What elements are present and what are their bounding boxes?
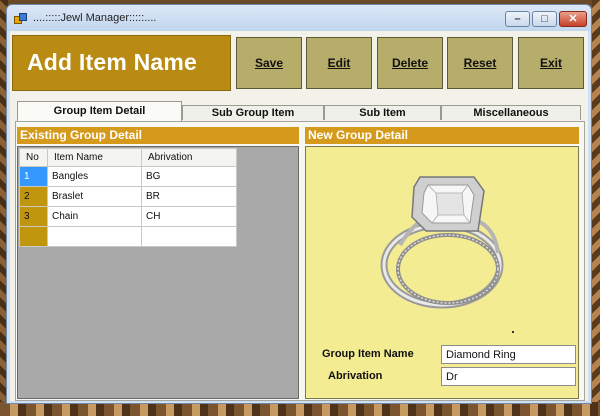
close-icon: ✕: [568, 13, 578, 25]
tab-group-item-detail[interactable]: Group Item Detail: [17, 101, 182, 121]
ring-image: [380, 176, 504, 309]
stray-dot: [512, 331, 514, 333]
cell-item-name[interactable]: Bangles: [47, 166, 142, 187]
column-header-no[interactable]: No: [19, 148, 48, 167]
existing-group-grid[interactable]: No Item Name Abrivation 1 Bangles BG 2 B…: [17, 146, 299, 399]
cell-abrivation[interactable]: BR: [141, 186, 237, 207]
cell-abrivation[interactable]: CH: [141, 206, 237, 227]
save-button[interactable]: Save: [236, 37, 302, 89]
background-right: [592, 0, 600, 416]
new-group-form: Group Item Name Abrivation: [305, 146, 579, 399]
close-button[interactable]: ✕: [559, 11, 587, 27]
group-item-name-label: Group Item Name: [322, 348, 414, 360]
table-new-row[interactable]: [19, 226, 237, 247]
row-number[interactable]: 2: [19, 186, 48, 207]
minimize-button[interactable]: –: [505, 11, 530, 27]
tab-sub-item[interactable]: Sub Item: [324, 105, 441, 120]
cell-abrivation[interactable]: BG: [141, 166, 237, 187]
minimize-icon: –: [514, 13, 521, 25]
table-header-row: No Item Name Abrivation: [19, 148, 237, 167]
edit-button[interactable]: Edit: [306, 37, 372, 89]
new-group-heading: New Group Detail: [305, 127, 579, 144]
table-row[interactable]: 3 Chain CH: [19, 206, 237, 227]
row-number-empty[interactable]: [19, 226, 48, 247]
exit-button[interactable]: Exit: [518, 37, 584, 89]
page-title: Add Item Name: [27, 49, 198, 75]
maximize-button[interactable]: □: [532, 11, 557, 27]
window-title: ....:::::Jewl Manager:::::....: [33, 12, 157, 24]
tab-strip: Group Item Detail Sub Group Item Sub Ite…: [10, 101, 588, 121]
background-bottom: [0, 402, 600, 416]
tab-sub-group-item[interactable]: Sub Group Item: [182, 105, 324, 120]
column-header-item-name[interactable]: Item Name: [47, 148, 142, 167]
tab-miscellaneous[interactable]: Miscellaneous: [441, 105, 581, 120]
table-row[interactable]: 2 Braslet BR: [19, 186, 237, 207]
group-item-name-input[interactable]: [441, 345, 576, 364]
row-number[interactable]: 3: [19, 206, 48, 227]
cell-item-name[interactable]: Braslet: [47, 186, 142, 207]
page-title-box: Add Item Name: [12, 35, 231, 91]
delete-button[interactable]: Delete: [377, 37, 443, 89]
reset-button[interactable]: Reset: [447, 37, 513, 89]
app-icon[interactable]: [14, 13, 27, 24]
row-number[interactable]: 1: [19, 166, 48, 187]
cell-abrivation-empty[interactable]: [141, 226, 237, 247]
cell-item-name-empty[interactable]: [47, 226, 142, 247]
existing-group-heading: Existing Group Detail: [17, 127, 299, 144]
maximize-icon: □: [541, 13, 548, 25]
title-bar: ....:::::Jewl Manager:::::.... – □ ✕: [7, 5, 591, 31]
app-window: ....:::::Jewl Manager:::::.... – □ ✕ Add…: [6, 4, 592, 404]
abrivation-label: Abrivation: [328, 370, 383, 382]
header-bar: Add Item Name Save Edit Delete Reset Exi…: [10, 33, 588, 93]
column-header-abrivation[interactable]: Abrivation: [141, 148, 237, 167]
table-row[interactable]: 1 Bangles BG: [19, 166, 237, 187]
cell-item-name[interactable]: Chain: [47, 206, 142, 227]
group-table: No Item Name Abrivation 1 Bangles BG 2 B…: [19, 148, 237, 247]
abrivation-input[interactable]: [441, 367, 576, 386]
